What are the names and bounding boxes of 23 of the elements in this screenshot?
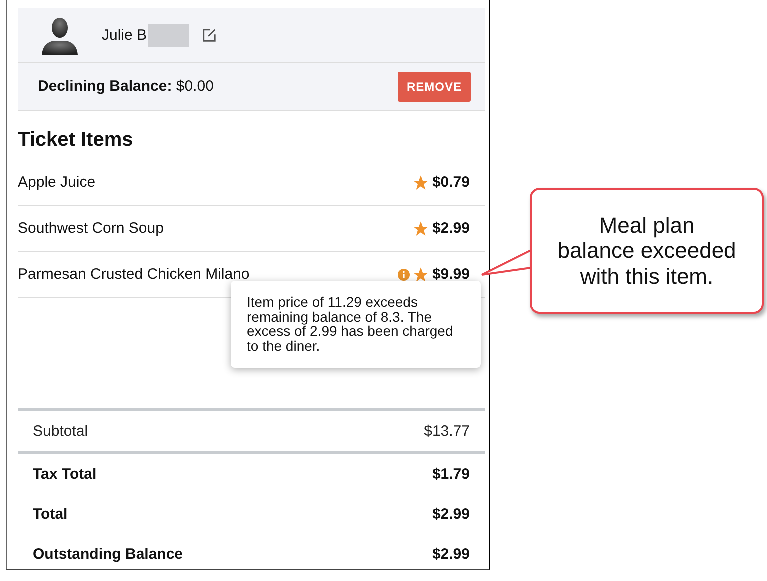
item-name: Southwest Corn Soup [18, 220, 164, 237]
item-name: Parmesan Crusted Chicken Milano [18, 266, 250, 283]
callout-text: Meal plan balance exceeded with this item. [558, 213, 736, 289]
total-label: Total [33, 506, 68, 522]
customer-name: Julie B [102, 26, 148, 44]
total-label: Subtotal [33, 422, 88, 440]
info-icon[interactable] [398, 268, 410, 280]
total-value: $2.99 [432, 546, 470, 562]
total-value: $1.79 [432, 466, 470, 482]
item-price: $9.99 [432, 266, 470, 283]
item-name: Apple Juice [18, 174, 96, 191]
tooltip: Item price of 11.29 exceeds remaining balance of 8.3. The excess of 2.99 has been charged to the diner. [231, 281, 481, 368]
ticket-items-heading: Ticket Items [18, 129, 134, 152]
total-label: Tax Total [33, 466, 97, 482]
item-price: $0.79 [432, 174, 470, 191]
total-value: $2.99 [432, 506, 470, 522]
total-value: $13.77 [424, 422, 470, 440]
item-price: $2.99 [432, 220, 470, 237]
edit-icon[interactable] [202, 28, 218, 42]
declining-balance: Declining Balance: $0.00 [38, 78, 214, 95]
total-label: Outstanding Balance [33, 546, 184, 562]
remove-button[interactable]: REMOVE [398, 72, 471, 102]
person-silhouette-icon [40, 15, 80, 55]
